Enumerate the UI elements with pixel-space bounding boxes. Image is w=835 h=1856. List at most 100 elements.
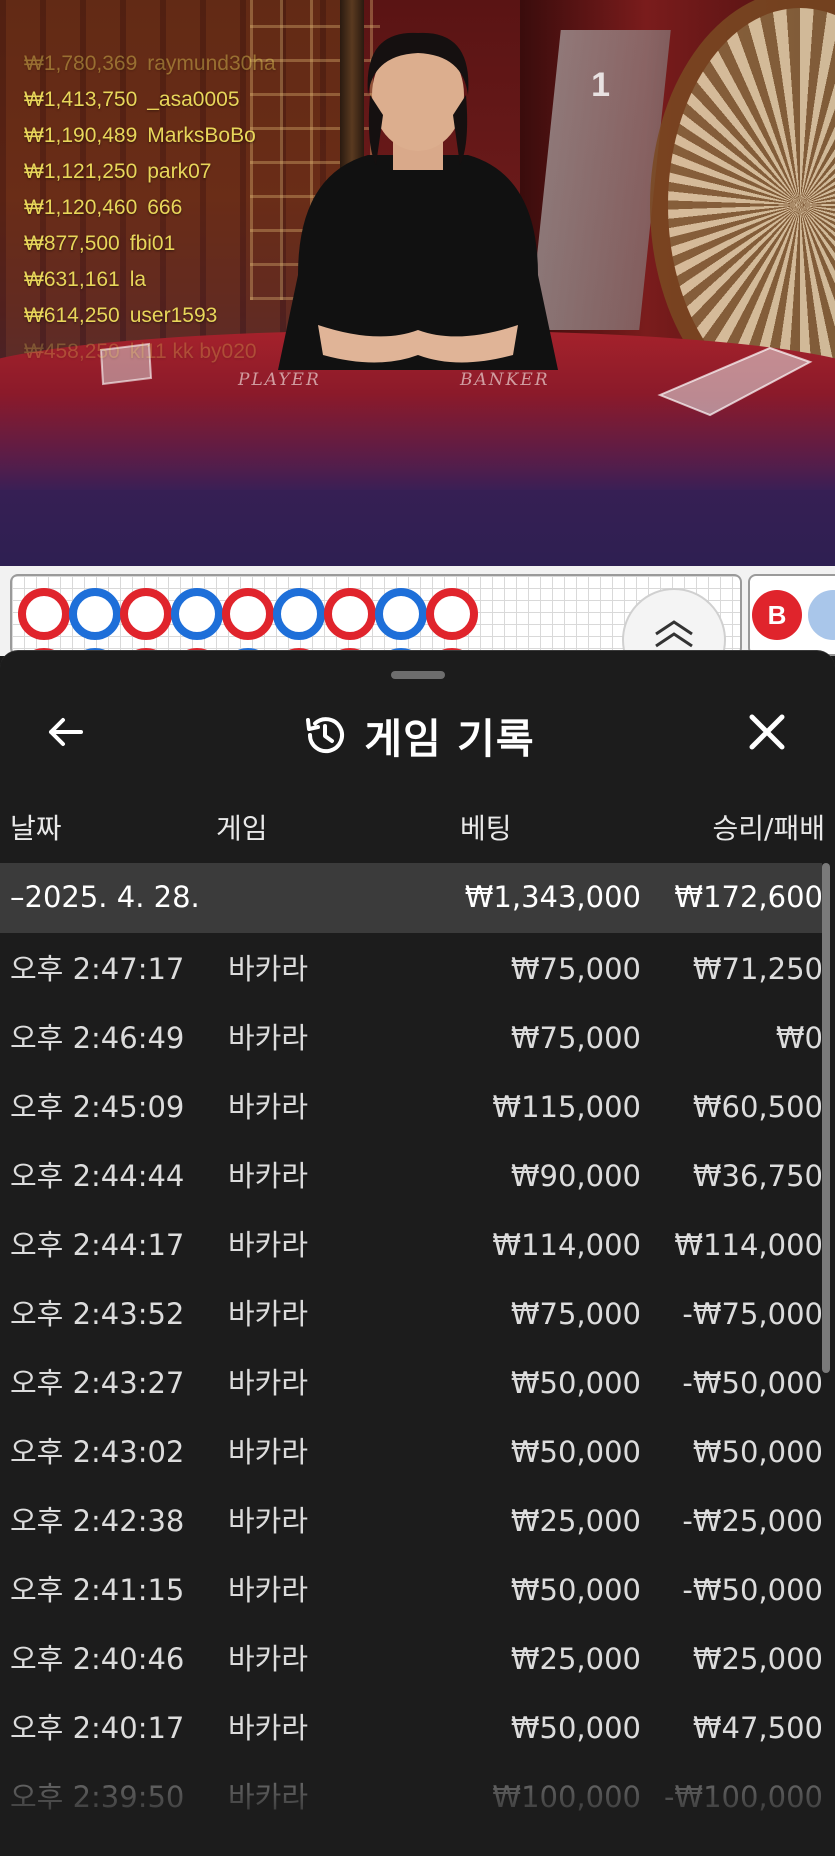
history-row[interactable]: 오후 2:43:27 바카라 ₩50,000 -₩50,000	[0, 1347, 823, 1416]
winner-amount: ₩1,190,489	[24, 124, 138, 147]
row-time: 오후 2:43:52	[10, 1297, 185, 1331]
row-time: 오후 2:40:17	[10, 1711, 185, 1745]
bead-banker	[324, 588, 376, 640]
row-game: 바카라	[228, 1711, 309, 1745]
row-bet: ₩114,000	[492, 1228, 641, 1262]
row-game: 바카라	[228, 1297, 309, 1331]
row-game: 바카라	[228, 1228, 309, 1262]
row-time: 오후 2:41:15	[10, 1573, 185, 1607]
row-time: 오후 2:44:44	[10, 1159, 185, 1193]
row-game: 바카라	[228, 1159, 309, 1193]
row-bet: ₩50,000	[510, 1711, 641, 1745]
row-time: 오후 2:46:49	[10, 1021, 185, 1055]
banker-prediction-badge[interactable]: B	[752, 590, 802, 640]
close-button[interactable]	[742, 707, 792, 757]
bead-player	[171, 588, 223, 640]
winner-amount: ₩1,121,250	[24, 160, 138, 183]
row-result: -₩50,000	[682, 1573, 823, 1607]
winner-username: park07	[147, 160, 212, 183]
history-rows: 오후 2:47:17 바카라 ₩75,000 ₩71,250 오후 2:46:49 바카라…	[0, 933, 823, 1830]
row-time: 오후 2:43:02	[10, 1435, 185, 1469]
list-fade-overlay	[0, 1766, 835, 1856]
bead-player	[375, 588, 427, 640]
row-result: -₩50,000	[682, 1366, 823, 1400]
history-row[interactable]: 오후 2:43:52 바카라 ₩75,000 -₩75,000	[0, 1278, 823, 1347]
sheet-title: 게임 기록	[364, 715, 535, 763]
winner-amount: ₩614,250	[24, 304, 120, 327]
row-bet: ₩75,000	[510, 1297, 641, 1331]
history-row[interactable]: 오후 2:44:17 바카라 ₩114,000 ₩114,000	[0, 1209, 823, 1278]
row-result: ₩25,000	[692, 1642, 823, 1676]
row-game: 바카라	[228, 1573, 309, 1607]
sheet-header: 게임 기록	[0, 691, 835, 769]
card-shoe	[657, 346, 813, 417]
winner-username: fbi01	[129, 232, 176, 255]
winner-username: raymund30ha	[147, 52, 276, 75]
date-group-row[interactable]: –2025. 4. 28. ₩1,343,000 ₩172,600	[0, 863, 823, 933]
row-game: 바카라	[228, 952, 309, 986]
bead-banker	[120, 588, 172, 640]
history-row[interactable]: 오후 2:44:44 바카라 ₩90,000 ₩36,750	[0, 1140, 823, 1209]
history-clock-icon	[300, 711, 348, 759]
history-row[interactable]: 오후 2:46:49 바카라 ₩75,000 ₩0	[0, 1002, 823, 1071]
row-game: 바카라	[228, 1435, 309, 1469]
row-time: 오후 2:47:17	[10, 952, 185, 986]
row-result: -₩25,000	[682, 1504, 823, 1538]
winner-username: MarksBoBo	[147, 124, 256, 147]
dealer-figure	[278, 32, 558, 370]
scrollbar[interactable]	[822, 863, 830, 1373]
row-bet: ₩75,000	[510, 1021, 641, 1055]
winner-username: user1593	[129, 304, 218, 327]
winner-entry: ₩1,120,460 666	[24, 190, 276, 226]
winner-entry: ₩614,250 user1593	[24, 298, 276, 334]
row-time: 오후 2:43:27	[10, 1366, 185, 1400]
row-game: 바카라	[228, 1090, 309, 1124]
history-row[interactable]: 오후 2:40:46 바카라 ₩25,000 ₩25,000	[0, 1623, 823, 1692]
history-row[interactable]: 오후 2:40:17 바카라 ₩50,000 ₩47,500	[0, 1692, 823, 1761]
live-video-stream[interactable]: PLAYER BANKER 1 ₩1,780,369 raymund30ha ₩1,…	[0, 0, 835, 566]
player-area-label: PLAYER	[238, 370, 321, 390]
history-row[interactable]: 오후 2:47:17 바카라 ₩75,000 ₩71,250	[0, 933, 823, 1002]
winner-amount: ₩877,500	[24, 232, 120, 255]
column-header-date: 날짜	[10, 812, 62, 845]
row-game: 바카라	[228, 1021, 309, 1055]
row-result: ₩36,750	[692, 1159, 823, 1193]
close-x-icon	[749, 714, 785, 750]
winner-amount: ₩1,413,750	[24, 88, 138, 111]
winner-username: la	[129, 268, 147, 291]
winner-entry: ₩1,121,250 park07	[24, 154, 276, 190]
winner-entry: ₩458,250 kl11 kk by020	[24, 334, 276, 370]
date-group-result-total: ₩172,600	[674, 880, 823, 914]
row-game: 바카라	[228, 1504, 309, 1538]
history-row[interactable]: 오후 2:43:02 바카라 ₩50,000 ₩50,000	[0, 1416, 823, 1485]
winner-entry: ₩877,500 fbi01	[24, 226, 276, 262]
history-row[interactable]: 오후 2:41:15 바카라 ₩50,000 -₩50,000	[0, 1554, 823, 1623]
bead-banker	[18, 588, 70, 640]
winner-entry: ₩1,780,369 raymund30ha	[24, 46, 276, 82]
row-result: ₩50,000	[692, 1435, 823, 1469]
winner-entry: ₩1,190,489 MarksBoBo	[24, 118, 276, 154]
date-group-bet-total: ₩1,343,000	[464, 880, 641, 914]
row-time: 오후 2:40:46	[10, 1642, 185, 1676]
row-time: 오후 2:44:17	[10, 1228, 185, 1262]
row-bet: ₩25,000	[510, 1504, 641, 1538]
history-row[interactable]: 오후 2:42:38 바카라 ₩25,000 -₩25,000	[0, 1485, 823, 1554]
row-game: 바카라	[228, 1642, 309, 1676]
bead-player	[273, 588, 325, 640]
bead-banker	[222, 588, 274, 640]
row-bet: ₩50,000	[510, 1573, 641, 1607]
date-group-label: –2025. 4. 28.	[10, 880, 200, 914]
winner-entry: ₩1,413,750 _asa0005	[24, 82, 276, 118]
winner-amount: ₩631,161	[24, 268, 120, 291]
row-bet: ₩50,000	[510, 1366, 641, 1400]
game-history-sheet[interactable]: 게임 기록 날짜 게임 베팅 승리/패배 –2025. 4. 28. ₩1,34…	[0, 650, 835, 1856]
row-result: ₩0	[775, 1021, 823, 1055]
bead-banker	[426, 588, 478, 640]
chevron-double-up-icon	[655, 620, 693, 648]
sheet-drag-handle[interactable]	[391, 671, 445, 679]
column-header-game: 게임	[216, 812, 268, 845]
row-time: 오후 2:42:38	[10, 1504, 185, 1538]
column-header-result: 승리/패배	[712, 812, 825, 845]
winner-username: 666	[147, 196, 183, 219]
history-row[interactable]: 오후 2:45:09 바카라 ₩115,000 ₩60,500	[0, 1071, 823, 1140]
